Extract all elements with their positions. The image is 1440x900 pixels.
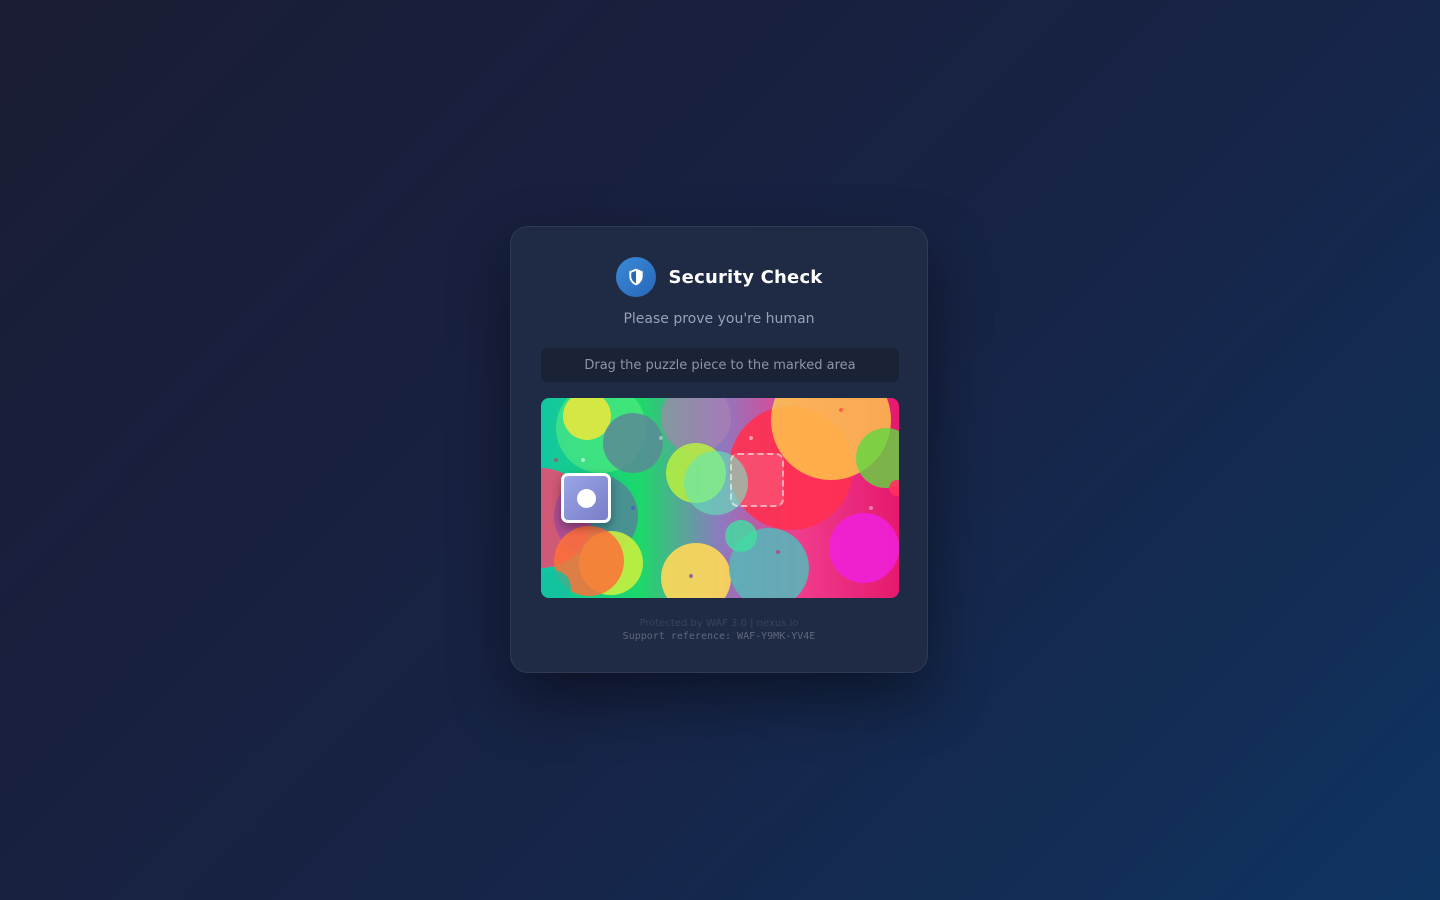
target-slot (730, 453, 784, 507)
puzzle-piece-dot (576, 488, 596, 508)
instruction-banner: Drag the puzzle piece to the marked area (541, 348, 899, 382)
page-title: Security Check (668, 266, 823, 288)
protected-by-text: Protected by WAF 3.0 | nexus.io (639, 618, 799, 629)
puzzle-canvas[interactable] (541, 398, 899, 598)
security-check-card: Security Check Please prove you're human… (510, 226, 928, 673)
card-header: Security Check (511, 257, 927, 297)
support-reference: Support reference: WAF-Y9MK-YV4E (622, 631, 816, 642)
shield-icon (615, 257, 656, 297)
subtitle: Please prove you're human (623, 311, 815, 327)
puzzle-piece-handle[interactable] (561, 473, 611, 523)
card-footer: Protected by WAF 3.0 | nexus.io Support … (511, 617, 927, 644)
